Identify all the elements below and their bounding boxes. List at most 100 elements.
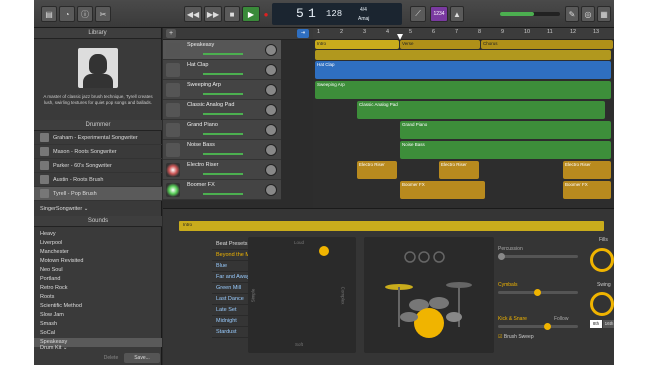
rewind-icon[interactable]: ◀◀ (184, 6, 202, 22)
master-volume-slider[interactable] (500, 12, 560, 16)
count-in-button[interactable]: 1234 (430, 6, 448, 22)
smart-tempo-icon[interactable]: ⇥ (297, 29, 309, 38)
sound-item[interactable]: Heavy (34, 230, 162, 239)
track-volume-slider[interactable] (187, 191, 257, 197)
record-icon[interactable]: ● (262, 6, 270, 22)
swing-16th-button[interactable]: 16th (603, 320, 614, 328)
drum-kit-graphic[interactable] (364, 237, 494, 353)
sound-item[interactable]: Retro Rock (34, 284, 162, 293)
arrange-area[interactable]: Intro Verse Chorus Hat Clap Sweeping Arp… (313, 40, 614, 208)
info-icon[interactable]: ⓘ (77, 6, 93, 22)
pan-knob[interactable] (265, 104, 277, 116)
drummer-region[interactable] (315, 50, 611, 60)
region-grand-piano[interactable]: Grand Piano (400, 121, 611, 139)
region-boomer-fx[interactable]: Boomer FX (563, 181, 611, 199)
track-header-noise-bass[interactable]: Noise Bass (163, 140, 281, 160)
arrangement-section-chorus[interactable]: Chorus (481, 40, 613, 49)
pan-knob[interactable] (265, 84, 277, 96)
region-boomer-fx[interactable]: Boomer FX (400, 181, 485, 199)
play-icon[interactable]: ▶ (242, 6, 260, 22)
swing-knob[interactable] (590, 292, 614, 316)
sound-item[interactable]: Motown Revisited (34, 257, 162, 266)
swing-8th-button[interactable]: 8th (590, 320, 602, 328)
region-electro-riser[interactable]: Electro Riser (439, 161, 479, 179)
note-pad-icon[interactable]: ✎ (565, 6, 579, 22)
track-volume-slider[interactable] (187, 151, 257, 157)
kick-snare-slider[interactable] (498, 323, 578, 330)
pan-knob[interactable] (265, 144, 277, 156)
sound-item[interactable]: Roots (34, 293, 162, 302)
region-noise-bass[interactable]: Noise Bass (400, 141, 611, 159)
tuner-icon[interactable]: ⟋ (410, 6, 426, 22)
brush-sweep-checkbox[interactable]: ☑ Brush Sweep (498, 334, 534, 340)
scissors-icon[interactable]: ✂ (95, 6, 111, 22)
track-header-classic-analog-pad[interactable]: Classic Analog Pad (163, 100, 281, 120)
track-volume-slider[interactable] (187, 71, 257, 77)
track-volume-slider[interactable] (187, 91, 257, 97)
ruler-number: 1 (317, 29, 321, 35)
sound-item[interactable]: SoCal (34, 329, 162, 338)
genre-selector[interactable]: SingerSongwriter ⌄ (40, 206, 88, 212)
sound-item[interactable]: Liverpool (34, 239, 162, 248)
track-header-speakeasy[interactable]: Speakeasy (163, 40, 281, 60)
drummer-item[interactable]: Mason - Roots Songwriter (34, 145, 162, 159)
fast-forward-icon[interactable]: ▶▶ (204, 6, 222, 22)
drummer-header: Drummer (34, 120, 162, 131)
pad-puck[interactable] (319, 246, 329, 256)
fills-knob[interactable] (590, 248, 614, 272)
region-electro-riser[interactable]: Electro Riser (357, 161, 397, 179)
library-title: Library (34, 28, 161, 39)
track-volume-slider[interactable] (187, 131, 257, 137)
track-volume-slider[interactable] (187, 111, 257, 117)
timeline-ruler[interactable]: 1 2 3 4 5 6 7 8 9 10 11 12 13 (313, 28, 614, 40)
add-track-button[interactable]: + (166, 29, 176, 38)
track-volume-slider[interactable] (187, 51, 257, 57)
sound-item[interactable]: Smash (34, 320, 162, 329)
region-hat-clap[interactable]: Hat Clap (315, 61, 611, 79)
track-volume-slider[interactable] (187, 171, 257, 177)
stop-icon[interactable]: ■ (224, 6, 240, 22)
kit-selector[interactable]: Drum Kit ⌄ (40, 345, 68, 351)
loudness-complexity-pad[interactable]: Loud Soft Simple Complex (248, 237, 356, 353)
pad-label-simple: Simple (250, 288, 256, 303)
lcd-display[interactable]: 5 1 128 4/4 Amaj (272, 3, 402, 25)
pan-knob[interactable] (265, 164, 277, 176)
pan-knob[interactable] (265, 44, 277, 56)
editor-region-bar[interactable]: Intro (179, 221, 604, 231)
media-browser-icon[interactable]: ▦ (597, 6, 611, 22)
save-button[interactable]: Save... (124, 353, 160, 363)
track-header-boomer-fx[interactable]: Boomer FX (163, 180, 281, 200)
pan-knob[interactable] (265, 64, 277, 76)
cymbals-slider[interactable] (498, 289, 578, 296)
sound-item[interactable]: Scientific Method (34, 302, 162, 311)
percussion-slider[interactable] (498, 253, 578, 260)
sound-item[interactable]: Manchester (34, 248, 162, 257)
track-header-grand-piano[interactable]: Grand Piano (163, 120, 281, 140)
sound-item[interactable]: Neo Soul (34, 266, 162, 275)
metronome-icon[interactable]: ▲ (450, 6, 464, 22)
drummer-item[interactable]: Parker - 60's Songwriter (34, 159, 162, 173)
arrangement-section-intro[interactable]: Intro (315, 40, 399, 49)
smart-controls-icon[interactable]: ◔ (59, 6, 75, 22)
library-icon[interactable]: ▤ (41, 6, 57, 22)
library-panel: Library A master of classic jazz brush t… (34, 28, 162, 365)
pan-knob[interactable] (265, 124, 277, 136)
ruler-number: 7 (455, 29, 459, 35)
region-classic-analog-pad[interactable]: Classic Analog Pad (357, 101, 605, 119)
region-electro-riser[interactable]: Electro Riser (563, 161, 611, 179)
pan-knob[interactable] (265, 184, 277, 196)
delete-button[interactable]: Delete (100, 353, 122, 363)
sound-item[interactable]: Portland (34, 275, 162, 284)
region-sweeping-arp[interactable]: Sweeping Arp (315, 81, 611, 99)
drummer-item[interactable]: Austin - Roots Brush (34, 173, 162, 187)
arrangement-section-verse[interactable]: Verse (400, 40, 480, 49)
sound-item[interactable]: Slow Jam (34, 311, 162, 320)
track-header-electro-riser[interactable]: Electro Riser (163, 160, 281, 180)
track-header-hat-clap[interactable]: Hat Clap (163, 60, 281, 80)
drummer-item[interactable]: Graham - Experimental Songwriter (34, 131, 162, 145)
drummer-item-selected[interactable]: Tyrell - Pop Brush (34, 187, 162, 201)
sounds-list: Heavy Liverpool Manchester Motown Revisi… (34, 230, 162, 347)
track-header-sweeping-arp[interactable]: Sweeping Arp (163, 80, 281, 100)
follow-label: Follow (554, 316, 569, 322)
loop-browser-icon[interactable]: ◎ (581, 6, 595, 22)
